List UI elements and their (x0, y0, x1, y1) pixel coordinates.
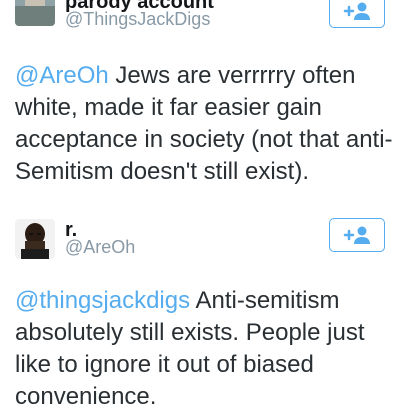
user-handle[interactable]: @ThingsJackDigs (65, 9, 210, 30)
tweet-text: @AreOh Jews are verrrrry often white, ma… (15, 60, 395, 188)
mention-link[interactable]: @AreOh (15, 62, 109, 89)
avatar[interactable] (15, 219, 55, 259)
user-handle[interactable]: @AreOh (65, 237, 135, 258)
follow-button[interactable] (329, 218, 385, 252)
tweet-text: @thingsjackdigs Anti-semitism absolutely… (15, 285, 395, 413)
add-user-icon (343, 2, 370, 20)
avatar[interactable] (15, 0, 55, 26)
add-user-icon (343, 226, 370, 244)
follow-button[interactable] (329, 0, 385, 28)
mention-link[interactable]: @thingsjackdigs (15, 287, 190, 314)
